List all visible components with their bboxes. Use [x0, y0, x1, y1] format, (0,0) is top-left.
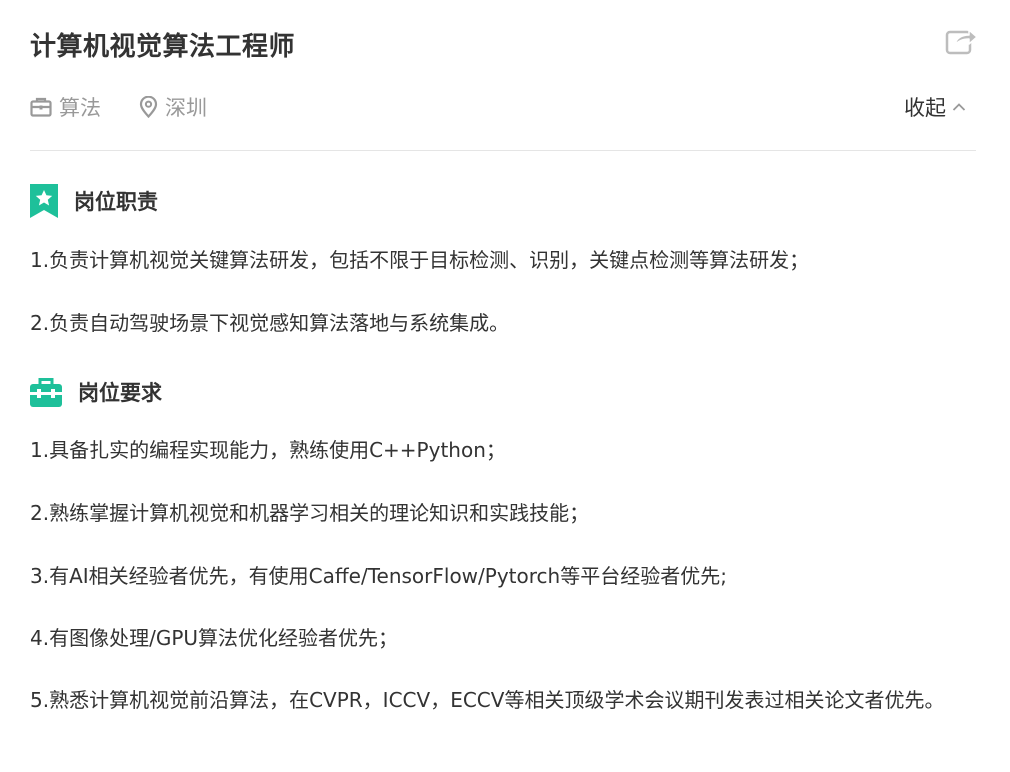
job-meta-row: 算法 深圳 — [30, 92, 207, 122]
requirement-item: 4.有图像处理/GPU算法优化经验者优先； — [30, 626, 399, 650]
collapse-button[interactable]: 收起 — [904, 92, 966, 122]
requirement-item: 1.具备扎实的编程实现能力，熟练使用C++Python； — [30, 438, 506, 462]
job-location: 深圳 — [139, 92, 207, 122]
toolbox-icon — [30, 378, 62, 407]
requirement-item: 5.熟悉计算机视觉前沿算法，在CVPR，ICCV，ECCV等相关顶级学术会议期刊… — [30, 688, 945, 712]
location-pin-icon — [139, 96, 158, 118]
divider — [30, 150, 976, 151]
section-title-requirements: 岗位要求 — [78, 381, 162, 405]
job-location-label: 深圳 — [165, 96, 207, 120]
requirement-item: 3.有AI相关经验者优先，有使用Caffe/TensorFlow/Pytorch… — [30, 564, 727, 588]
responsibility-item: 2.负责自动驾驶场景下视觉感知算法落地与系统集成。 — [30, 311, 510, 335]
section-header-requirements: 岗位要求 — [30, 374, 162, 410]
job-category: 算法 — [30, 92, 101, 122]
job-category-label: 算法 — [59, 96, 101, 120]
section-header-responsibilities: 岗位职责 — [30, 183, 158, 219]
requirement-item: 2.熟练掌握计算机视觉和机器学习相关的理论知识和实践技能； — [30, 501, 590, 525]
briefcase-icon — [30, 97, 52, 117]
job-title: 计算机视觉算法工程师 — [30, 32, 296, 62]
share-icon[interactable] — [944, 26, 978, 56]
chevron-up-icon — [952, 103, 966, 111]
section-title-responsibilities: 岗位职责 — [74, 190, 158, 214]
badge-star-icon — [30, 184, 58, 218]
responsibility-item: 1.负责计算机视觉关键算法研发，包括不限于目标检测、识别，关键点检测等算法研发； — [30, 248, 810, 272]
collapse-label: 收起 — [904, 96, 946, 120]
